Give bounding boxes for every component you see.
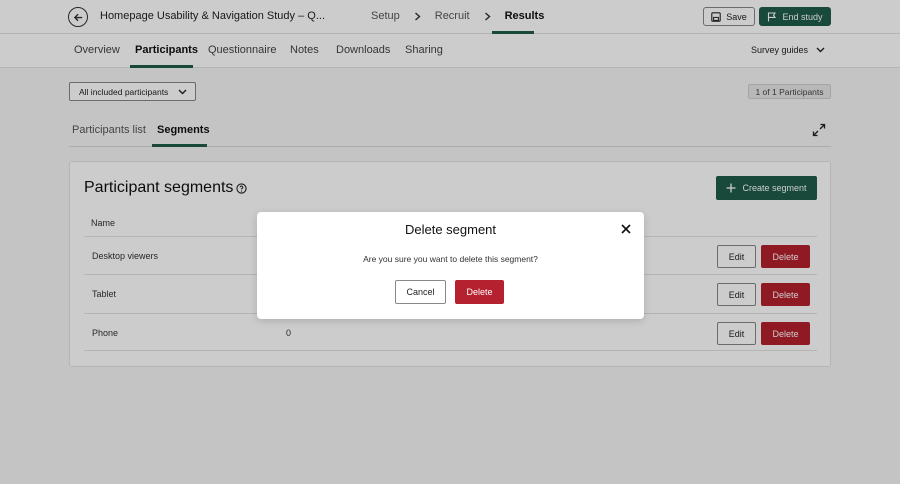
cancel-button[interactable]: Cancel bbox=[395, 280, 446, 304]
close-icon[interactable] bbox=[620, 223, 632, 235]
dialog-title: Delete segment bbox=[404, 222, 497, 237]
confirm-delete-button[interactable]: Delete bbox=[455, 280, 504, 304]
dialog-message: Are you sure you want to delete this seg… bbox=[363, 254, 538, 264]
delete-segment-dialog: Delete segment Are you sure you want to … bbox=[257, 212, 644, 319]
